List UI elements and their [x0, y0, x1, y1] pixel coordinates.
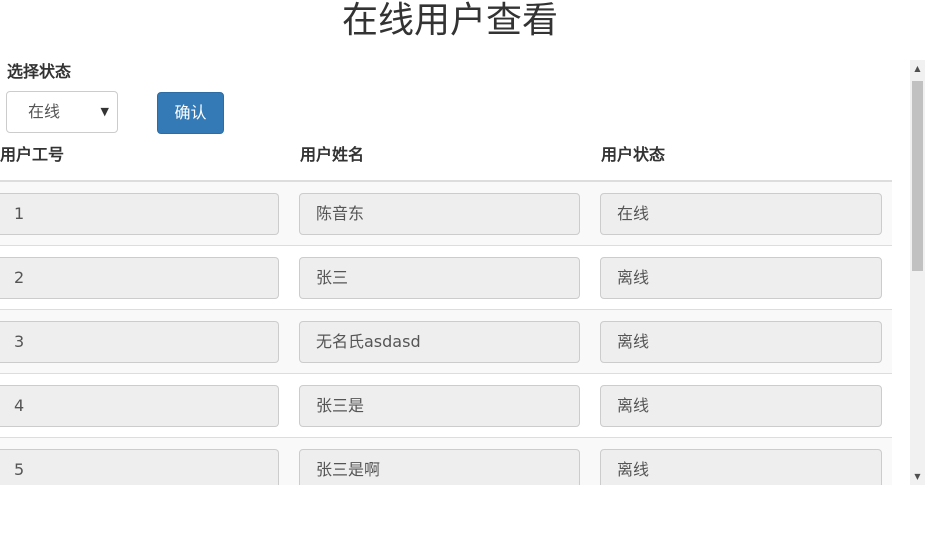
status-select[interactable]: 在线 ▼ [6, 91, 118, 133]
scroll-up-arrow-icon[interactable]: ▲ [910, 60, 925, 77]
user-id-field[interactable]: 3 [0, 321, 279, 363]
user-name-field[interactable]: 张三是啊 [299, 449, 580, 485]
table-row: 4 张三是 离线 [0, 374, 892, 438]
user-name-field[interactable]: 陈音东 [299, 193, 580, 235]
user-id-field[interactable]: 1 [0, 193, 279, 235]
user-name-field[interactable]: 张三 [299, 257, 580, 299]
table-row: 3 无名氏asdasd 离线 [0, 310, 892, 374]
page: 在线用户查看 选择状态 在线 ▼ 确认 用户工号 用户姓名 用户状态 1 陈音东… [0, 0, 925, 541]
user-status-field[interactable]: 离线 [600, 321, 882, 363]
header-user-name: 用户姓名 [300, 145, 365, 164]
table-header: 用户工号 用户姓名 用户状态 [0, 138, 892, 182]
header-user-id: 用户工号 [0, 145, 65, 164]
user-name-field[interactable]: 张三是 [299, 385, 580, 427]
status-select-value: 在线 [28, 102, 61, 121]
user-status-field[interactable]: 离线 [600, 257, 882, 299]
user-status-field[interactable]: 在线 [600, 193, 882, 235]
table-row: 2 张三 离线 [0, 246, 892, 310]
content-scroll-area: 选择状态 在线 ▼ 确认 用户工号 用户姓名 用户状态 1 陈音东 在线 2 张… [0, 60, 910, 485]
scroll-down-arrow-icon[interactable]: ▼ [910, 468, 925, 485]
table-row: 1 陈音东 在线 [0, 182, 892, 246]
user-id-field[interactable]: 4 [0, 385, 279, 427]
confirm-button[interactable]: 确认 [157, 92, 224, 134]
vertical-scrollbar[interactable]: ▲ ▼ [910, 60, 925, 485]
header-user-status: 用户状态 [601, 145, 666, 164]
user-id-field[interactable]: 5 [0, 449, 279, 485]
user-status-field[interactable]: 离线 [600, 449, 882, 485]
page-title: 在线用户查看 [341, 0, 558, 41]
scrollbar-thumb[interactable] [912, 81, 923, 271]
user-status-field[interactable]: 离线 [600, 385, 882, 427]
status-filter-label: 选择状态 [7, 62, 72, 81]
user-id-field[interactable]: 2 [0, 257, 279, 299]
user-name-field[interactable]: 无名氏asdasd [299, 321, 580, 363]
chevron-down-icon: ▼ [100, 105, 109, 118]
table-row: 5 张三是啊 离线 [0, 438, 892, 485]
users-table: 用户工号 用户姓名 用户状态 1 陈音东 在线 2 张三 离线 3 无名氏asd… [0, 138, 892, 485]
